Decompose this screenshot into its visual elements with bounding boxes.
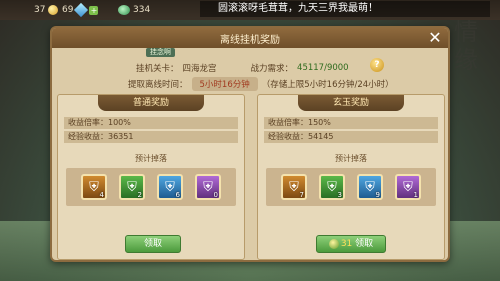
- drop-item[interactable]: ⛨ 2: [119, 174, 145, 200]
- close-button[interactable]: ✕: [426, 29, 444, 47]
- help-button[interactable]: ?: [370, 58, 384, 72]
- jade-exp-row: 经验收益：54145: [264, 131, 438, 143]
- top-resource-bar: 37 69 + 334 圆滚滚呀毛茸茸，九天三界我最萌！: [0, 0, 500, 20]
- normal-exp-value: 36351: [108, 132, 134, 141]
- item-count: 4: [99, 191, 104, 199]
- power-label: 战力需求：: [250, 64, 294, 74]
- jade-rate-row: 收益倍率：150%: [264, 117, 438, 129]
- item-count: 3: [337, 191, 342, 199]
- dialog-title: 离线挂机奖励: [220, 35, 280, 46]
- jade-drops-title: 预计掉落: [335, 154, 367, 163]
- time-value: 5小时16分钟: [191, 77, 258, 91]
- claim-cost: 31: [340, 239, 353, 249]
- jade-rate-label: 收益倍率：: [268, 118, 308, 127]
- armor-icon: ⛨: [289, 179, 299, 195]
- item-count: 7: [299, 191, 304, 199]
- time-row: 提取离线时间： 5小时16分钟 （存储上限5小时16分钟/24小时）: [128, 76, 396, 92]
- normal-reward-heading: 普通奖励: [98, 95, 204, 111]
- time-label: 提取离线时间：: [128, 80, 188, 90]
- armor-icon: ⛨: [127, 179, 137, 195]
- gems-resource: 69 +: [62, 2, 99, 18]
- normal-exp-row: 经验收益：36351: [64, 131, 238, 143]
- jade-token-icon: [328, 238, 339, 249]
- armor-icon: ⛨: [203, 179, 213, 195]
- normal-rate-row: 收益倍率：100%: [64, 117, 238, 129]
- normal-drops: ⛨ 4 ⛨ 2 ⛨ 6 ⛨ 0: [66, 168, 236, 206]
- normal-exp-label: 经验收益：: [68, 132, 108, 141]
- armor-icon: ⛨: [365, 179, 375, 195]
- claim-jade-label: 领取: [355, 239, 374, 249]
- jade-drops: ⛨ 7 ⛨ 3 ⛨ 9 ⛨ 1: [266, 168, 436, 206]
- drop-item[interactable]: ⛨ 7: [281, 174, 307, 200]
- claim-normal-button[interactable]: 领取: [125, 235, 181, 253]
- power-value: 45117/9000: [297, 63, 349, 73]
- add-gems-button[interactable]: +: [89, 5, 99, 15]
- item-count: 0: [213, 191, 218, 199]
- coin-icon: [48, 5, 59, 15]
- coins-resource: 37: [34, 3, 59, 17]
- armor-icon: ⛨: [403, 179, 413, 195]
- item-count: 2: [137, 191, 142, 199]
- armor-icon: ⛨: [327, 179, 337, 195]
- drop-item[interactable]: ⛨ 0: [195, 174, 221, 200]
- jade-exp-label: 经验收益：: [268, 132, 308, 141]
- normal-drops-title: 预计掉落: [135, 154, 167, 163]
- gem-icon: [74, 2, 89, 18]
- background-calligraphy: 情缘: [454, 18, 478, 74]
- drop-item[interactable]: ⛨ 3: [319, 174, 345, 200]
- jade-reward-panel: 玄玉奖励 收益倍率：150% 经验收益：54145 预计掉落 ⛨ 7 ⛨ 3 ⛨ 9 …: [257, 94, 445, 260]
- normal-reward-panel: 普通奖励 收益倍率：100% 经验收益：36351 预计掉落 ⛨ 4 ⛨ 2 ⛨ 6 …: [57, 94, 245, 260]
- storage-note: （存储上限5小时16分钟/24小时）: [261, 80, 394, 90]
- normal-rate-label: 收益倍率：: [68, 118, 108, 127]
- item-count: 9: [375, 191, 380, 199]
- coins-value: 37: [34, 5, 46, 15]
- gems-value: 69: [62, 5, 74, 15]
- jade-reward-heading: 玄玉奖励: [298, 95, 404, 111]
- drop-item[interactable]: ⛨ 6: [157, 174, 183, 200]
- jade-resource: 334: [118, 3, 150, 17]
- armor-icon: ⛨: [165, 179, 175, 195]
- jade-rate-value: 150%: [308, 118, 331, 127]
- item-count: 1: [413, 191, 418, 199]
- claim-jade-button[interactable]: 31 领取: [316, 235, 386, 253]
- jade-icon: [118, 5, 130, 15]
- offline-info: 挂机关卡： 四海龙宫 战力需求： 45117/9000 提取离线时间： 5小时1…: [128, 52, 396, 92]
- drop-item[interactable]: ⛨ 9: [357, 174, 383, 200]
- dialog-titlebar: 离线挂机奖励 ✕: [52, 28, 448, 48]
- jade-value: 334: [133, 5, 151, 15]
- stage-label: 挂机关卡：: [136, 64, 179, 74]
- stage-row: 挂机关卡： 四海龙宫 战力需求： 45117/9000: [136, 60, 396, 76]
- drop-item[interactable]: ⛨ 1: [395, 174, 421, 200]
- jade-exp-value: 54145: [308, 132, 334, 141]
- offline-reward-dialog: 离线挂机奖励 ✕ 挂念啊 挂机关卡： 四海龙宫 战力需求： 45117/9000…: [50, 26, 450, 262]
- armor-icon: ⛨: [89, 179, 99, 195]
- drop-item[interactable]: ⛨ 4: [81, 174, 107, 200]
- item-count: 6: [175, 191, 180, 199]
- stage-value: 四海龙宫: [182, 64, 217, 74]
- normal-rate-value: 100%: [108, 118, 131, 127]
- announcement-marquee: 圆滚滚呀毛茸茸，九天三界我最萌！: [200, 1, 490, 17]
